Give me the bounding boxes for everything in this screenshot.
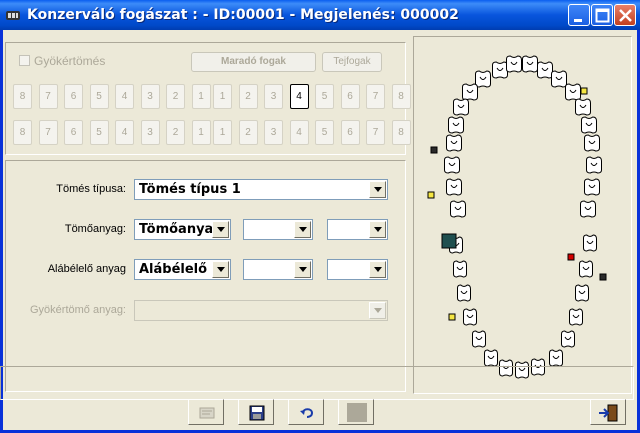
maximize-icon <box>595 8 610 23</box>
blank-button[interactable] <box>338 399 374 425</box>
tooth-button-upper-right-3[interactable]: 3 <box>264 84 283 109</box>
filling-type-value: Tömés típus 1 <box>139 182 241 197</box>
tooth-button-upper-left-8[interactable]: 8 <box>13 84 32 109</box>
blank-icon <box>347 403 367 422</box>
tooth-button-upper-left-2[interactable]: 2 <box>166 84 185 109</box>
base-material-label: Alábélelő anyag <box>47 263 126 275</box>
tooth-button-lower-right-1[interactable]: 1 <box>213 120 232 145</box>
chevron-down-icon[interactable] <box>369 261 386 278</box>
base-material-value-1: Alábélelő a <box>139 262 213 277</box>
marker-dark <box>430 146 438 154</box>
save-button[interactable] <box>238 399 274 425</box>
dental-chart-panel <box>413 36 632 394</box>
tooth-button-upper-left-5[interactable]: 5 <box>89 84 109 109</box>
tooth-button-upper-left-3[interactable]: 3 <box>140 84 160 109</box>
filling-material-label: Tömőanyag: <box>64 223 126 235</box>
undo-button[interactable] <box>288 399 324 425</box>
root-material-select[interactable] <box>134 300 388 321</box>
dental-app-icon <box>6 11 20 20</box>
root-material-label: Gyökértömő anyag: <box>30 304 126 316</box>
tooth-button-lower-left-8[interactable]: 8 <box>13 120 32 145</box>
tooth-button-lower-left-1[interactable]: 1 <box>191 120 211 145</box>
tooth-button-upper-left-1[interactable]: 1 <box>191 84 211 109</box>
close-button[interactable] <box>614 4 636 26</box>
exit-button[interactable] <box>590 399 626 425</box>
tooth-button-upper-right-1[interactable]: 1 <box>213 84 232 109</box>
tooth-button-upper-right-6[interactable]: 6 <box>340 84 360 109</box>
undo-icon <box>300 408 314 418</box>
base-material-select-1[interactable]: Alábélelő a <box>134 259 231 280</box>
exit-icon <box>599 404 618 422</box>
tooth-button-upper-left-6[interactable]: 6 <box>64 84 83 109</box>
chevron-down-icon[interactable] <box>212 221 229 238</box>
tooth-button-lower-left-4[interactable]: 4 <box>115 120 134 145</box>
marker-red <box>567 253 575 261</box>
maximize-button[interactable] <box>591 4 613 26</box>
chevron-down-icon[interactable] <box>294 221 311 238</box>
chevron-down-icon[interactable] <box>369 221 386 238</box>
filling-material-value-1: Tömőanyag <box>139 222 213 237</box>
save-icon <box>249 405 265 421</box>
tooth-button-upper-left-7[interactable]: 7 <box>38 84 58 109</box>
tooth-button-upper-right-4[interactable]: 4 <box>289 84 309 109</box>
edit-icon <box>199 407 215 419</box>
tooth-button-lower-right-3[interactable]: 3 <box>264 120 283 145</box>
marker-dark <box>599 273 607 281</box>
remaining-teeth-button[interactable]: Maradó fogak <box>191 52 316 72</box>
tooth-button-lower-right-5[interactable]: 5 <box>315 120 334 145</box>
filling-type-label: Tömés típusa: <box>56 183 126 195</box>
tooth-button-upper-right-8[interactable]: 8 <box>391 84 411 109</box>
tooth-button-lower-right-4[interactable]: 4 <box>289 120 309 145</box>
tooth-button-lower-left-2[interactable]: 2 <box>166 120 185 145</box>
tooth-button-lower-right-2[interactable]: 2 <box>238 120 258 145</box>
marker-yellow <box>427 191 435 199</box>
tooth-button-upper-right-2[interactable]: 2 <box>238 84 258 109</box>
chevron-down-icon[interactable] <box>212 261 229 278</box>
tooth-button-upper-left-4[interactable]: 4 <box>115 84 134 109</box>
tooth-selected[interactable] <box>441 233 457 249</box>
minimize-button[interactable] <box>568 4 590 26</box>
filling-material-select-3[interactable] <box>327 219 388 240</box>
tooth-button-lower-left-5[interactable]: 5 <box>89 120 109 145</box>
tooth-button-lower-right-8[interactable]: 8 <box>391 120 411 145</box>
filling-type-select[interactable]: Tömés típus 1 <box>134 179 388 200</box>
tooth-button-upper-right-5[interactable]: 5 <box>315 84 334 109</box>
window-title: Konzerváló fogászat : - ID:00001 - Megje… <box>27 7 459 23</box>
chevron-down-icon[interactable] <box>294 261 311 278</box>
base-material-select-3[interactable] <box>327 259 388 280</box>
marker-yellow <box>580 87 588 95</box>
milk-teeth-button[interactable]: Tejfogak <box>322 52 382 72</box>
tooth-button-lower-left-3[interactable]: 3 <box>140 120 160 145</box>
marker-yellow <box>448 313 456 321</box>
root-filling-label: Gyökértömés <box>34 54 106 68</box>
tooth-button-upper-right-7[interactable]: 7 <box>366 84 385 109</box>
base-material-select-2[interactable] <box>243 259 313 280</box>
title-bar[interactable]: Konzerváló fogászat : - ID:00001 - Megje… <box>0 0 640 30</box>
filling-material-select-2[interactable] <box>243 219 313 240</box>
filling-material-select-1[interactable]: Tömőanyag <box>134 219 231 240</box>
tooth-button-lower-right-7[interactable]: 7 <box>366 120 385 145</box>
close-icon <box>619 9 632 22</box>
tooth-button-lower-right-6[interactable]: 6 <box>340 120 360 145</box>
chevron-down-icon[interactable] <box>369 181 386 198</box>
bottom-toolbar <box>0 366 634 400</box>
dental-arch-chart[interactable] <box>414 37 631 393</box>
tooth-button-lower-left-6[interactable]: 6 <box>64 120 83 145</box>
edit-button[interactable] <box>188 399 224 425</box>
chevron-down-icon[interactable] <box>369 302 386 319</box>
root-filling-checkbox[interactable] <box>19 55 30 66</box>
tooth-button-lower-left-7[interactable]: 7 <box>38 120 58 145</box>
minimize-icon <box>574 19 582 22</box>
